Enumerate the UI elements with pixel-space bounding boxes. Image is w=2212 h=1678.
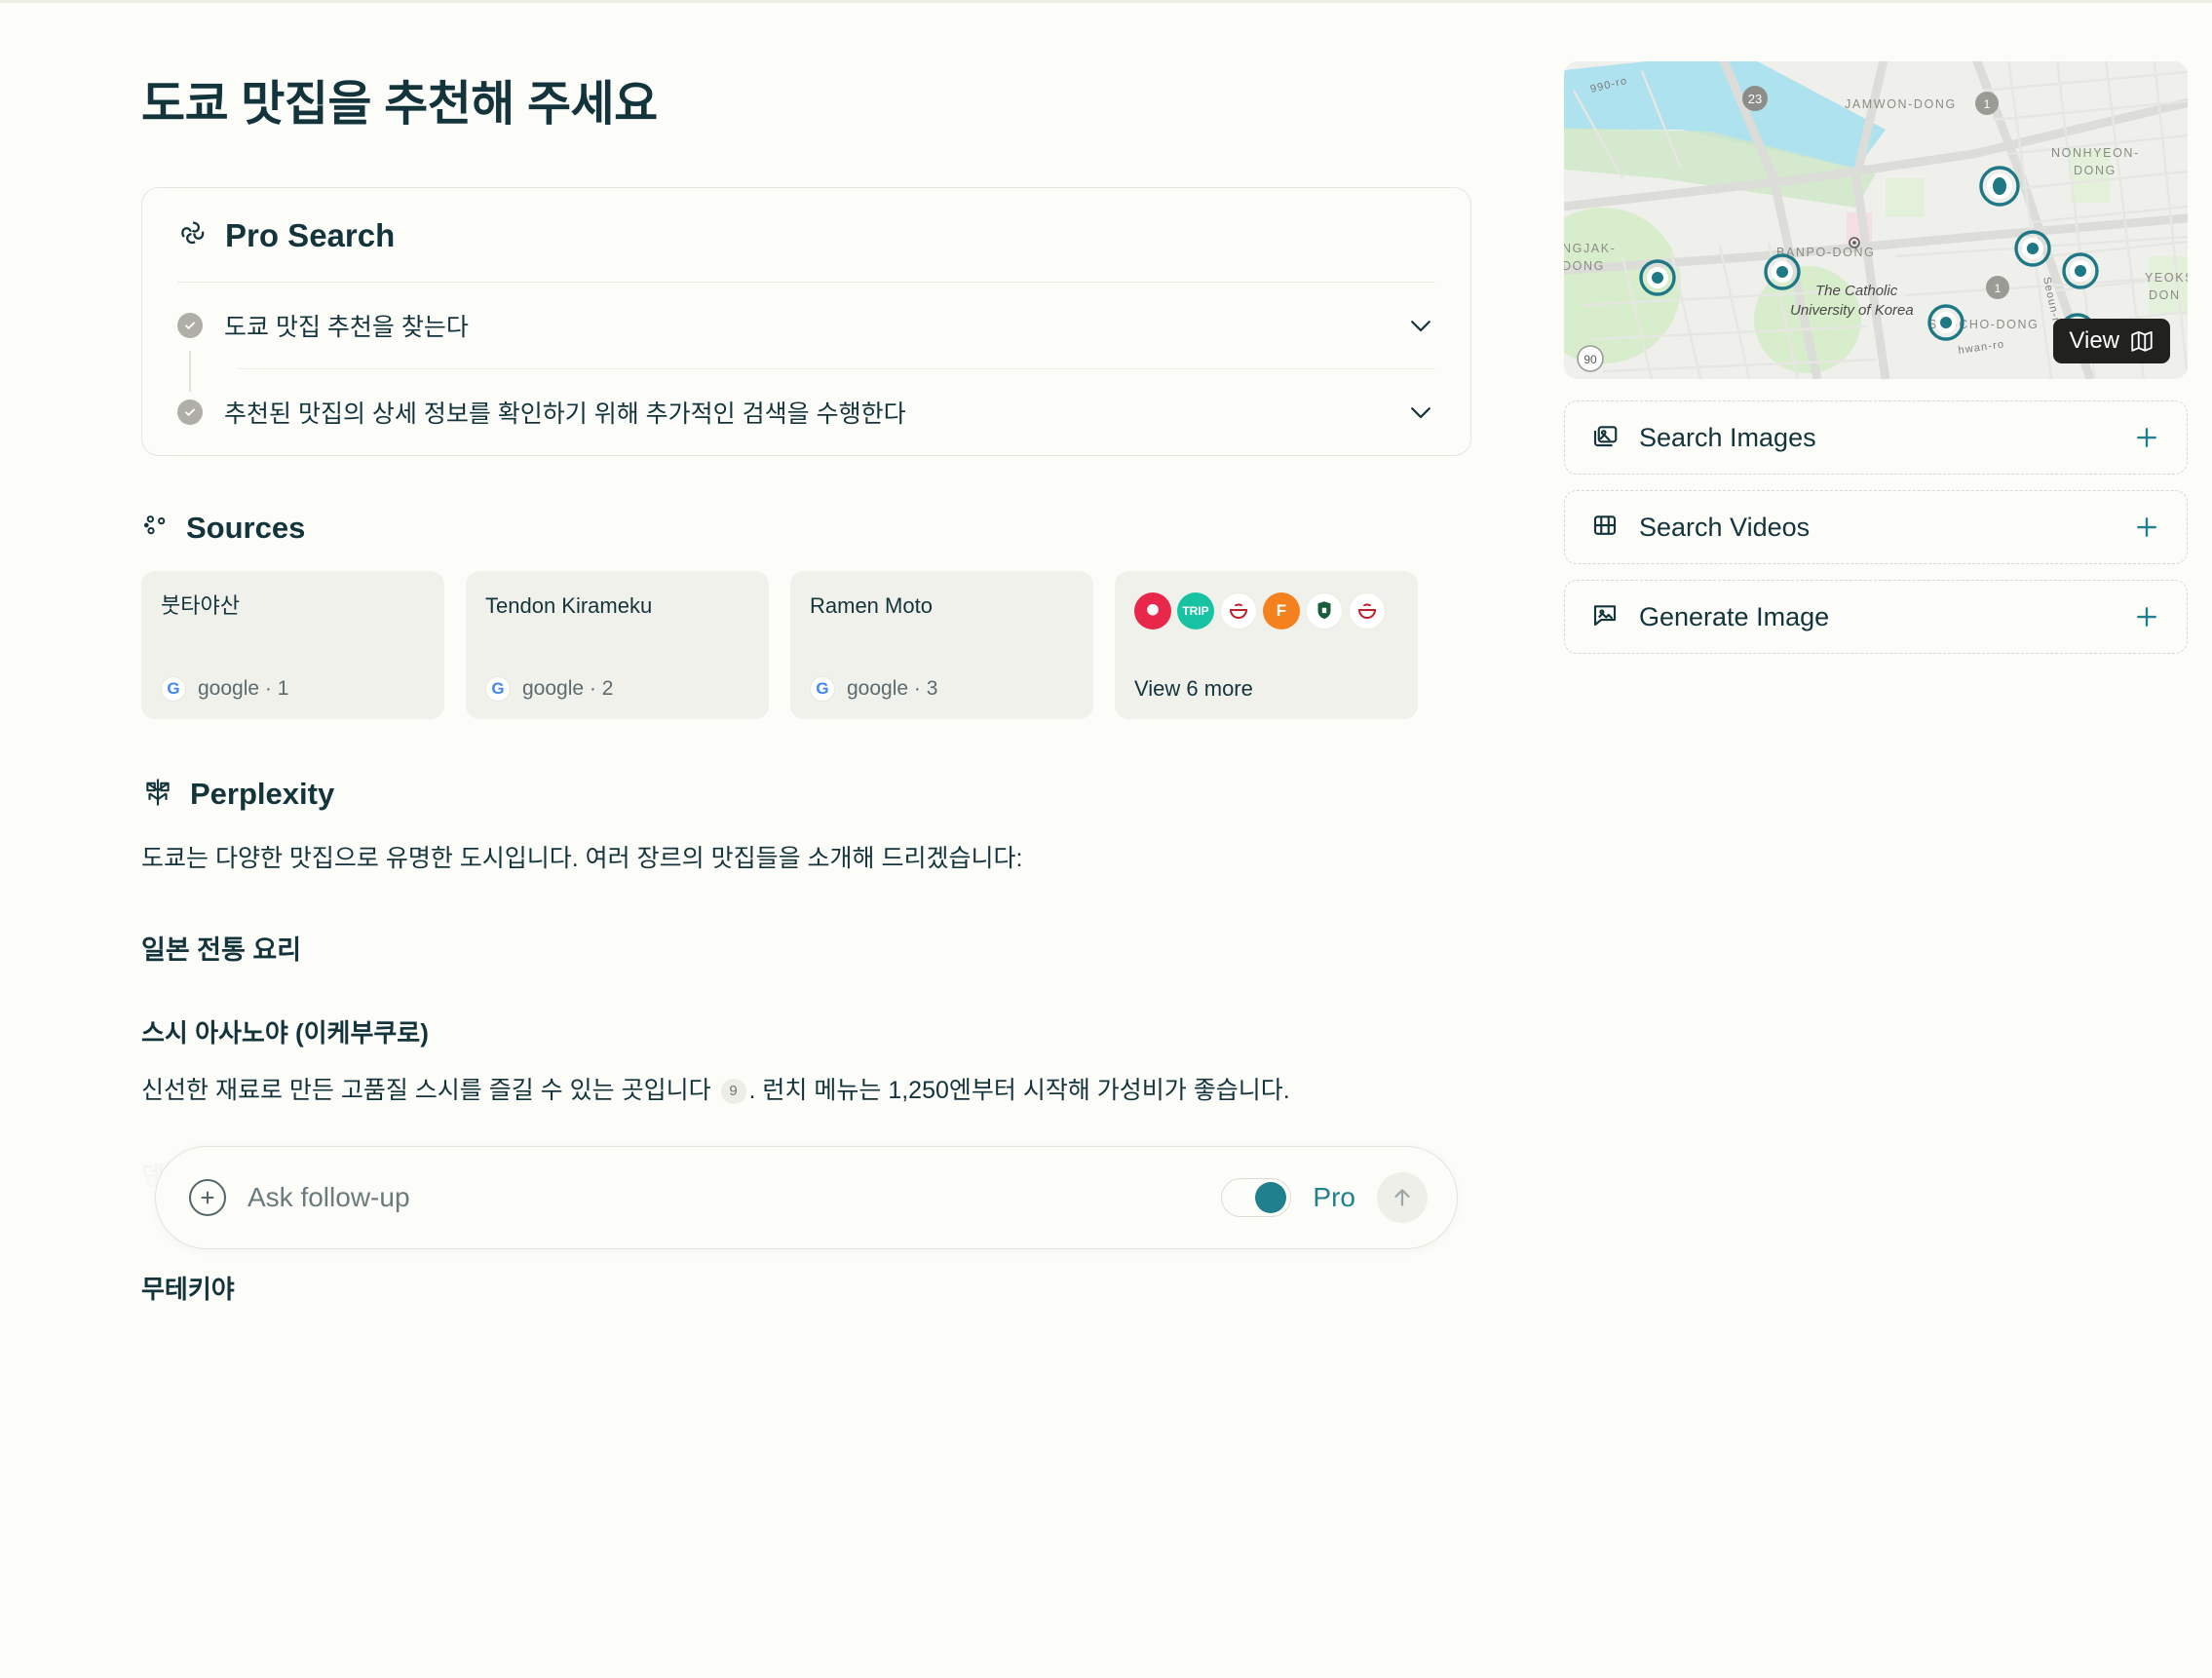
images-icon <box>1590 421 1620 455</box>
toggle-knob <box>1255 1181 1287 1213</box>
map-poi-label: The Catholic <box>1815 283 1898 299</box>
answer-entry-body: 신선한 재료로 만든 고품질 스시를 즐길 수 있는 곳입니다 9. 런치 메뉴… <box>141 1071 1428 1110</box>
page-root: 도쿄 맛집을 추천해 주세요 Pro Search 도쿄 맛집 추천을 찾는다 … <box>0 0 2212 1304</box>
chevron-down-icon[interactable] <box>1406 311 1435 340</box>
pro-search-step-2[interactable]: 추천된 맛집의 상세 정보를 확인하기 위해 추가적인 검색을 수행한다 <box>142 369 1470 455</box>
side-column: JAMWON-DONG NONHYEON- DONG BANPO-DONG NG… <box>1564 0 2188 1271</box>
check-circle-icon <box>177 312 203 338</box>
action-list: Search Images Search Videos Generate Ima… <box>1564 400 2188 654</box>
sources-header: Sources <box>141 511 1471 546</box>
send-button[interactable] <box>1377 1171 1428 1223</box>
search-videos-label: Search Videos <box>1639 512 1811 542</box>
search-images-row[interactable]: Search Images <box>1564 400 2188 475</box>
map-label: YEOKS <box>2145 271 2188 285</box>
add-icon[interactable] <box>2132 513 2161 542</box>
pro-search-spiral-icon <box>177 217 209 253</box>
source-footer: G google · 1 <box>161 675 425 702</box>
route-shield: 1 <box>1975 92 1999 115</box>
generate-image-label: Generate Image <box>1639 601 1830 631</box>
add-icon[interactable] <box>2132 423 2161 452</box>
answer-section-title: 일본 전통 요리 <box>141 934 302 965</box>
pro-search-step-label: 도쿄 맛집 추천을 찾는다 <box>224 313 469 341</box>
check-circle-icon <box>177 399 203 425</box>
google-favicon: G <box>485 675 511 702</box>
add-icon[interactable] <box>2132 602 2161 631</box>
citation-badge[interactable]: 9 <box>720 1079 746 1105</box>
source-card[interactable]: 붓타야산 G google · 1 <box>141 570 444 719</box>
view-more-sources-card[interactable]: TRIP F View 6 more <box>1115 570 1418 719</box>
view-more-label: View 6 more <box>1134 675 1253 701</box>
chevron-down-icon[interactable] <box>1406 398 1435 427</box>
map-card[interactable]: JAMWON-DONG NONHYEON- DONG BANPO-DONG NG… <box>1564 61 2188 379</box>
map-label: JAMWON-DONG <box>1845 97 1957 111</box>
map-label: NONHYEON- <box>2051 146 2140 160</box>
entry-text-after: . 런치 메뉴는 1,250엔부터 시작해 가성비가 좋습니다. <box>748 1076 1290 1104</box>
ramen-bowl-favicon-2 <box>1349 591 1386 629</box>
search-images-label: Search Images <box>1639 422 1816 452</box>
answer-entry-title: 스시 아사노야 (이케부쿠로) <box>141 1017 429 1048</box>
route-shield: 90 <box>1577 345 1604 372</box>
follow-up-bar[interactable]: Ask follow-up Pro <box>155 1145 1458 1249</box>
route-shield: 1 <box>1986 276 2009 299</box>
svg-text:23: 23 <box>1748 92 1762 106</box>
main-column: 도쿄 맛집을 추천해 주세요 Pro Search 도쿄 맛집 추천을 찾는다 … <box>141 0 1471 1304</box>
ramen-bowl-favicon <box>1220 591 1257 629</box>
svg-text:1: 1 <box>1984 97 1991 111</box>
follow-up-input[interactable]: Ask follow-up <box>248 1182 1200 1213</box>
map-icon <box>2129 328 2155 354</box>
follow-up-container: Ask follow-up Pro 무테키야 <box>141 1131 1471 1304</box>
svg-text:90: 90 <box>1583 353 1597 366</box>
source-provider: google · 1 <box>198 676 289 700</box>
svg-text:1: 1 <box>1995 282 2002 295</box>
video-icon <box>1590 511 1620 545</box>
route-shield: 23 <box>1742 86 1768 111</box>
sources-title: Sources <box>186 510 306 545</box>
entry-text-before: 신선한 재료로 만든 고품질 스시를 즐길 수 있는 곳입니다 <box>141 1076 711 1104</box>
map-label: DONG <box>1564 259 1605 273</box>
map-view-button[interactable]: View <box>2053 319 2170 363</box>
pro-search-title: Pro Search <box>225 216 396 253</box>
map-poi-label: University of Korea <box>1790 302 1914 319</box>
answer-intro: 도쿄는 다양한 맛집으로 유명한 도시입니다. 여러 장르의 맛집들을 소개해 … <box>141 844 1023 872</box>
sources-icon <box>141 511 171 545</box>
foursquare-favicon: F <box>1263 591 1300 629</box>
plus-circle-icon[interactable] <box>189 1178 226 1216</box>
google-favicon: G <box>161 675 186 702</box>
answer-next-entry-title: 무테키야 <box>141 1274 235 1304</box>
map-label: NGJAK- <box>1564 242 1616 255</box>
source-card[interactable]: Tendon Kirameku G google · 2 <box>466 570 769 719</box>
source-card[interactable]: Ramen Moto G google · 3 <box>790 570 1093 719</box>
pro-search-header: Pro Search <box>142 188 1470 282</box>
source-title: Tendon Kirameku <box>485 592 653 618</box>
university-crest-favicon <box>1306 591 1343 629</box>
map-label: DON <box>2149 288 2181 302</box>
map-view-label: View <box>2069 327 2119 354</box>
map-label: DONG <box>2074 164 2117 177</box>
source-title: Ramen Moto <box>810 592 933 618</box>
source-provider: google · 2 <box>522 676 614 700</box>
pro-toggle[interactable] <box>1221 1177 1292 1217</box>
generate-image-row[interactable]: Generate Image <box>1564 580 2188 654</box>
pro-toggle-label: Pro <box>1313 1181 1355 1212</box>
pro-search-card: Pro Search 도쿄 맛집 추천을 찾는다 추천된 맛집의 상세 정보를 … <box>141 186 1471 456</box>
perplexity-logo-icon <box>141 776 174 814</box>
favicon-strip: TRIP F <box>1134 591 1398 629</box>
pro-search-step-label: 추천된 맛집의 상세 정보를 확인하기 위해 추가적인 검색을 수행한다 <box>224 400 906 428</box>
sources-list: 붓타야산 G google · 1 Tendon Kirameku G goog… <box>141 570 1471 719</box>
source-footer: G google · 3 <box>810 675 1074 702</box>
source-footer: G google · 2 <box>485 675 749 702</box>
google-favicon: G <box>810 675 835 702</box>
source-title: 붓타야산 <box>161 592 240 618</box>
tripadvisor-favicon: TRIP <box>1177 591 1214 629</box>
answer-header: Perplexity <box>141 776 1471 814</box>
page-title: 도쿄 맛집을 추천해 주세요 <box>141 78 658 131</box>
answer-title: Perplexity <box>190 777 335 812</box>
naver-blog-favicon <box>1134 591 1171 629</box>
source-provider: google · 3 <box>847 676 938 700</box>
search-videos-row[interactable]: Search Videos <box>1564 490 2188 564</box>
generate-image-icon <box>1590 600 1620 634</box>
pro-search-step-1[interactable]: 도쿄 맛집 추천을 찾는다 <box>142 283 1470 392</box>
